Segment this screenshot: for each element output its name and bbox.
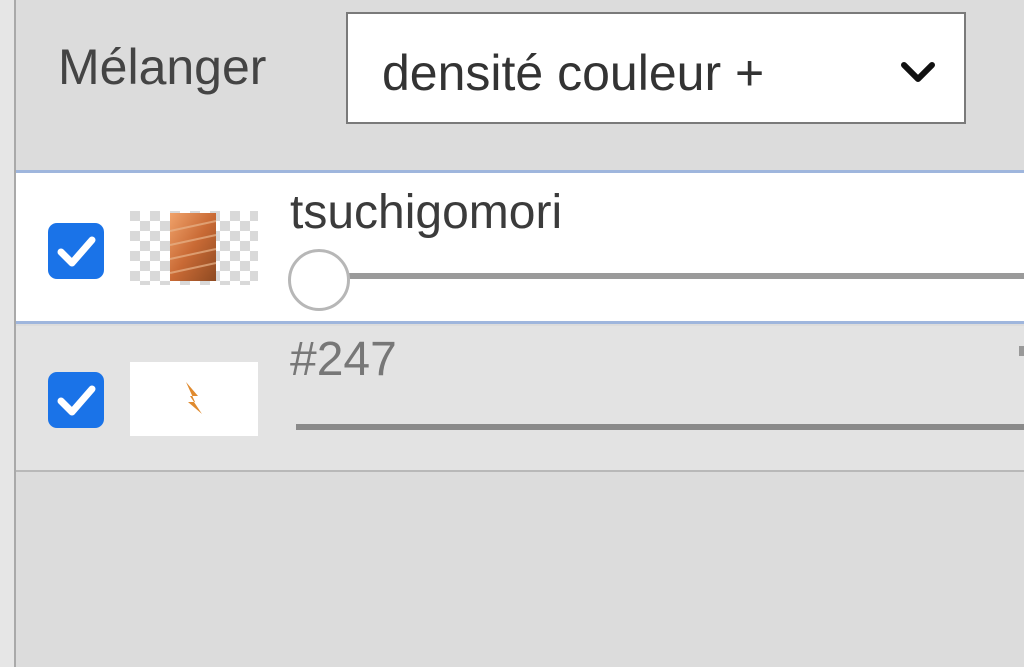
slider-handle[interactable]	[288, 249, 350, 311]
checkmark-icon	[57, 385, 96, 416]
chevron-down-icon	[901, 62, 935, 82]
layer-row-active[interactable]: tsuchigomori	[16, 170, 1024, 324]
layer-visibility-checkbox[interactable]	[48, 372, 104, 428]
blend-mode-select[interactable]: densité couleur +	[346, 12, 966, 124]
layer-row[interactable]: #247	[16, 326, 1024, 472]
layer-name: tsuchigomori	[290, 186, 563, 239]
panel-left-edge	[0, 0, 16, 667]
layer-thumbnail	[130, 211, 258, 285]
layer-thumbnail	[130, 362, 258, 436]
layer-opacity-slider[interactable]	[296, 424, 1024, 430]
blend-mode-label: Mélanger	[58, 39, 267, 95]
layer-name: #247	[290, 333, 397, 386]
layer-opacity-slider[interactable]	[296, 273, 1024, 279]
layer-visibility-checkbox[interactable]	[48, 223, 104, 279]
scroll-indicator	[1019, 346, 1024, 356]
blend-mode-value: densité couleur +	[382, 45, 765, 101]
checkmark-icon	[57, 236, 96, 267]
